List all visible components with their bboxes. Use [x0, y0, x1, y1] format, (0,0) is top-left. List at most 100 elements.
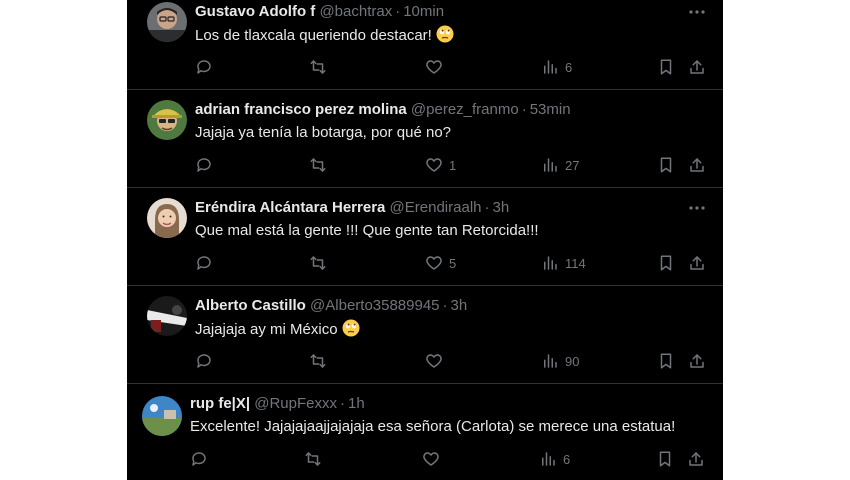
tweet[interactable]: Gustavo Adolfo f @bachtrax · 10min Los de … [127, 0, 723, 90]
retweet-button[interactable] [304, 450, 328, 470]
retweet-icon [310, 354, 326, 368]
like-button[interactable] [422, 450, 446, 470]
separator-dot: · [442, 297, 448, 314]
tweet-text: Que mal está la gente !!! Que gente tan … [195, 221, 703, 241]
author-name[interactable]: Alberto Castillo [195, 297, 306, 314]
views-count: 27 [565, 158, 580, 173]
share-button[interactable] [688, 58, 706, 78]
reply-button[interactable] [195, 156, 219, 176]
timestamp[interactable]: 53min [530, 101, 571, 118]
separator-dot: · [395, 3, 401, 20]
like-count: 1 [449, 158, 457, 173]
views-button[interactable]: 6 [539, 450, 570, 470]
author-name[interactable]: adrian francisco perez molina [195, 101, 407, 118]
retweet-button[interactable] [309, 352, 333, 372]
reply-icon [197, 256, 211, 270]
retweet-icon [310, 256, 326, 270]
views-button[interactable]: 114 [541, 254, 586, 274]
share-button[interactable] [687, 450, 705, 470]
share-icon [689, 452, 703, 466]
views-button[interactable]: 6 [541, 58, 572, 78]
retweet-button[interactable] [309, 156, 333, 176]
retweet-button[interactable] [309, 58, 333, 78]
tweet-text-content: Excelente! Jajajajaajjajajaja esa señora… [190, 418, 676, 435]
like-button[interactable] [425, 352, 449, 372]
like-button[interactable] [425, 58, 449, 78]
avatar[interactable] [147, 198, 187, 238]
reply-button[interactable] [195, 58, 219, 78]
author-name[interactable]: rup fe|X| [190, 395, 250, 412]
more-icon[interactable] [687, 2, 707, 22]
views-icon [544, 60, 557, 74]
bookmark-icon [660, 59, 672, 75]
like-icon [426, 158, 442, 172]
tweet-header: rup fe|X| @RupFexxx · 1h [190, 394, 683, 414]
reply-button[interactable] [195, 352, 219, 372]
tweet-text-content: Que mal está la gente !!! Que gente tan … [195, 222, 539, 239]
views-icon [544, 158, 557, 172]
timestamp[interactable]: 3h [451, 297, 468, 314]
tweet-text: Los de tlaxcala queriendo destacar! [195, 25, 703, 49]
tweet-text: Jajajaja ay mi México [195, 319, 703, 343]
tweet-header: Gustavo Adolfo f @bachtrax · 10min [195, 2, 683, 22]
author-handle[interactable]: @RupFexxx [254, 395, 337, 412]
retweet-icon [305, 452, 321, 466]
like-icon [426, 256, 442, 270]
bookmark-button[interactable] [656, 450, 674, 470]
like-button[interactable]: 5 [425, 254, 456, 274]
like-count: 5 [449, 256, 457, 271]
views-icon [544, 256, 557, 270]
tweet-header: Eréndira Alcántara Herrera @Erendiraalh ·… [195, 198, 683, 218]
bookmark-button[interactable] [657, 58, 675, 78]
author-handle[interactable]: @perez_franmo [411, 101, 519, 118]
share-button[interactable] [688, 254, 706, 274]
bookmark-icon [659, 451, 671, 467]
bookmark-button[interactable] [657, 352, 675, 372]
author-handle[interactable]: @Alberto35889945 [310, 297, 440, 314]
separator-dot: · [484, 199, 490, 216]
views-button[interactable]: 27 [541, 156, 579, 176]
retweet-button[interactable] [309, 254, 333, 274]
author-handle[interactable]: @bachtrax [319, 3, 392, 20]
bookmark-icon [660, 255, 672, 271]
views-button[interactable]: 90 [541, 352, 579, 372]
views-count: 6 [565, 60, 573, 75]
avatar[interactable] [147, 296, 187, 336]
views-icon [542, 452, 555, 466]
tweet-text-content: Jajaja ya tenía la botarga, por qué no? [195, 124, 452, 141]
like-icon [423, 452, 439, 466]
timestamp[interactable]: 3h [493, 199, 510, 216]
retweet-icon [310, 158, 326, 172]
tweet-header: adrian francisco perez molina @perez_fra… [195, 100, 683, 120]
share-button[interactable] [688, 352, 706, 372]
reply-icon [197, 354, 211, 368]
tweet[interactable]: adrian francisco perez molina @perez_fra… [127, 90, 723, 188]
author-name[interactable]: Eréndira Alcántara Herrera [195, 199, 385, 216]
avatar[interactable] [147, 2, 187, 42]
like-button[interactable]: 1 [425, 156, 456, 176]
reply-button[interactable] [195, 254, 219, 274]
bookmark-button[interactable] [657, 254, 675, 274]
bookmark-button[interactable] [657, 156, 675, 176]
avatar[interactable] [147, 100, 187, 140]
separator-dot: · [340, 395, 345, 412]
tweet[interactable]: Eréndira Alcántara Herrera @Erendiraalh ·… [127, 188, 723, 286]
share-icon [690, 60, 704, 74]
views-count: 114 [565, 256, 586, 271]
avatar[interactable] [142, 396, 182, 436]
timestamp[interactable]: 1h [348, 395, 365, 412]
like-icon [426, 354, 442, 368]
tweet-text: Excelente! Jajajajaajjajajaja esa señora… [190, 417, 703, 437]
views-count: 90 [565, 354, 580, 369]
tweet-text: Jajaja ya tenía la botarga, por qué no? [195, 123, 703, 143]
retweet-icon [310, 60, 326, 74]
timestamp[interactable]: 10min [403, 3, 444, 20]
tweet[interactable]: rup fe|X| @RupFexxx · 1h Excelente! Jajaja… [127, 384, 723, 480]
author-handle[interactable]: @Erendiraalh [390, 199, 482, 216]
more-icon[interactable] [687, 198, 707, 218]
reply-button[interactable] [190, 450, 214, 470]
share-icon [690, 158, 704, 172]
share-button[interactable] [688, 156, 706, 176]
tweet[interactable]: Alberto Castillo @Alberto35889945 · 3h Jaj… [127, 286, 723, 384]
author-name[interactable]: Gustavo Adolfo f [195, 3, 315, 20]
